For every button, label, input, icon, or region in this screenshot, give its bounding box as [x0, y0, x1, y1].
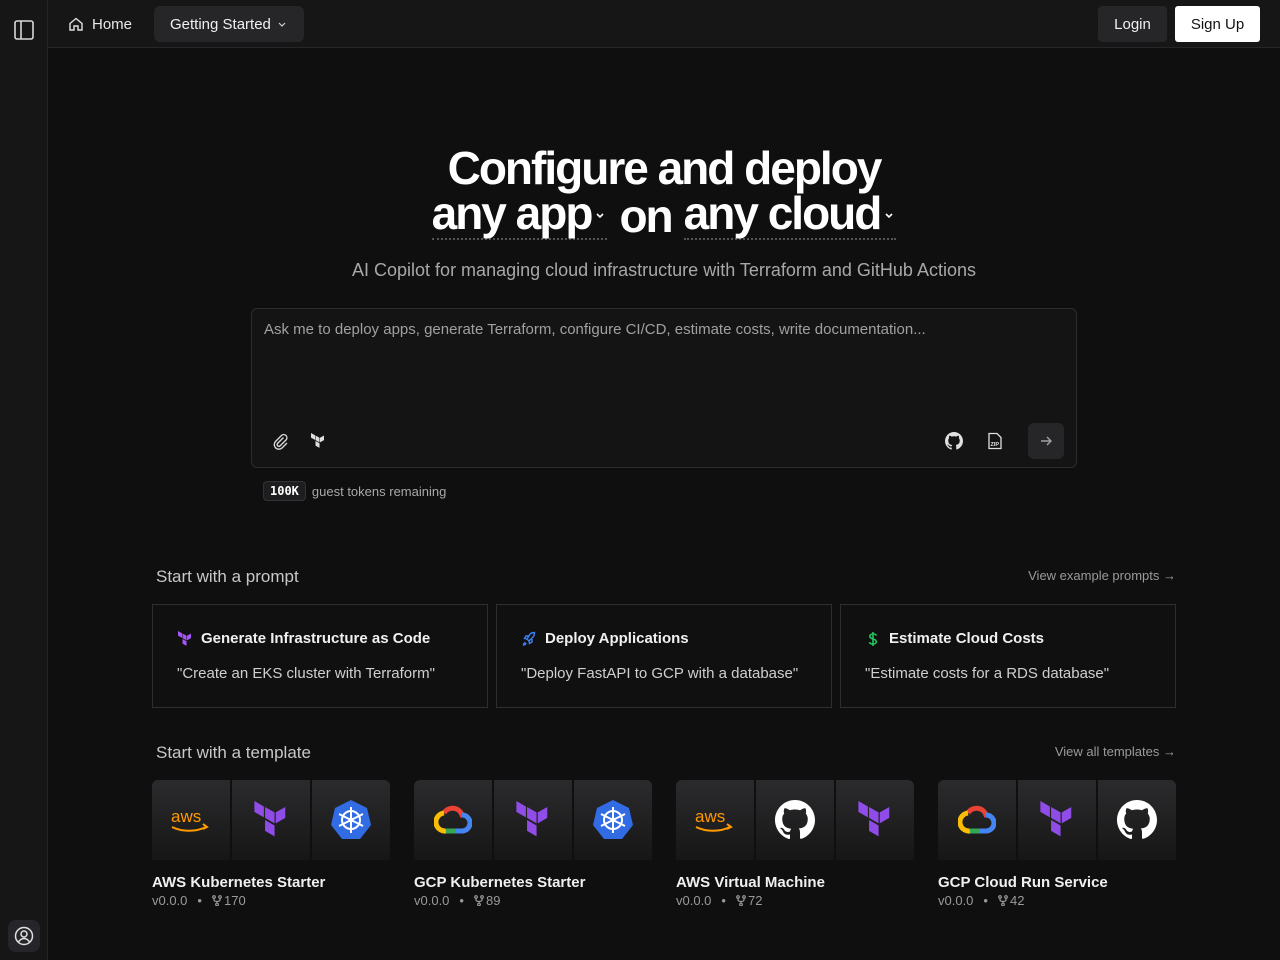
- hero-on-text: on: [619, 190, 673, 242]
- prompt-card-example: "Create an EKS cluster with Terraform": [177, 665, 435, 682]
- prompt-input[interactable]: [264, 321, 1064, 411]
- template-forks: 42: [1009, 893, 1025, 908]
- rocket-icon: [522, 631, 536, 646]
- github-icon[interactable]: [940, 427, 968, 455]
- signup-button[interactable]: Sign Up: [1175, 6, 1260, 42]
- template-banner: aws: [152, 780, 390, 860]
- prompt-card-example: "Deploy FastAPI to GCP with a database": [521, 665, 799, 682]
- svg-text:aws: aws: [171, 807, 201, 826]
- prompt-card-title-row: Deploy Applications: [521, 630, 689, 647]
- terraform-icon[interactable]: [304, 427, 332, 455]
- template-forks: 72: [747, 893, 763, 908]
- template-name: GCP Kubernetes Starter: [414, 874, 586, 891]
- send-button[interactable]: [1028, 423, 1064, 459]
- fork-icon: [998, 895, 1008, 906]
- template-banner: [938, 780, 1176, 860]
- app-selector-dropdown[interactable]: any app: [431, 187, 608, 240]
- prompt-card-title: Deploy Applications: [545, 630, 689, 647]
- terraform-icon: [836, 780, 914, 860]
- prompt-card-deploy[interactable]: Deploy Applications "Deploy FastAPI to G…: [496, 604, 832, 708]
- separator-dot: •: [197, 893, 202, 908]
- nav-home-label: Home: [92, 15, 133, 33]
- fork-icon: [736, 895, 746, 906]
- aws-icon: aws: [676, 780, 756, 860]
- template-version: v0.0.0: [414, 893, 450, 908]
- separator-dot: •: [983, 893, 988, 908]
- home-icon: [69, 17, 83, 31]
- template-name: AWS Kubernetes Starter: [152, 874, 326, 891]
- template-name: AWS Virtual Machine: [676, 874, 825, 891]
- tokens-label: guest tokens remaining: [311, 483, 447, 499]
- view-all-templates-link[interactable]: View all templates →: [976, 744, 1176, 759]
- fork-icon: [212, 895, 222, 906]
- hero-subtitle: AI Copilot for managing cloud infrastruc…: [352, 260, 976, 280]
- template-forks: 89: [485, 893, 501, 908]
- template-meta: v0.0.0 • 170: [152, 893, 246, 908]
- gcp-icon: [414, 780, 494, 860]
- template-version: v0.0.0: [152, 893, 188, 908]
- fork-icon: [474, 895, 484, 906]
- chevron-down-icon: [278, 22, 286, 27]
- template-meta: v0.0.0 • 89: [414, 893, 500, 908]
- template-version: v0.0.0: [938, 893, 974, 908]
- tokens-count-badge: 100K: [263, 481, 306, 501]
- template-card-gcp-cloud-run[interactable]: GCP Cloud Run Service v0.0.0 • 42: [938, 780, 1176, 910]
- top-bar: Home Getting Started Login Sign Up: [48, 0, 1280, 48]
- nav-home-link[interactable]: Home: [60, 6, 140, 42]
- template-version: v0.0.0: [676, 893, 712, 908]
- aws-icon: aws: [152, 780, 232, 860]
- hero-title-line2: any app on any cloud: [48, 187, 1280, 244]
- nav-getting-started-label: Getting Started: [170, 15, 271, 33]
- template-forks: 170: [223, 893, 246, 908]
- zip-file-icon[interactable]: ZIP: [981, 427, 1009, 455]
- terraform-icon: [494, 780, 574, 860]
- github-icon: [756, 780, 836, 860]
- guest-tokens-status: 100K guest tokens remaining: [263, 481, 446, 501]
- template-meta: v0.0.0 • 72: [676, 893, 762, 908]
- cloud-selector-label: any cloud: [683, 187, 883, 239]
- user-account-icon[interactable]: [8, 920, 40, 952]
- template-card-aws-vm[interactable]: aws AWS Virtual Machine v0.0.0 • 72: [676, 780, 914, 910]
- template-section-title: Start with a template: [156, 743, 311, 762]
- prompt-box: ZIP: [251, 308, 1077, 468]
- prompt-card-iac[interactable]: Generate Infrastructure as Code "Create …: [152, 604, 488, 708]
- prompt-card-costs[interactable]: Estimate Cloud Costs "Estimate costs for…: [840, 604, 1176, 708]
- sidebar: [0, 0, 48, 960]
- template-card-aws-kubernetes[interactable]: aws AWS Kubernetes Starter v0.0.0 • 170: [152, 780, 390, 910]
- svg-text:ZIP: ZIP: [991, 442, 1000, 448]
- prompt-card-title-row: Generate Infrastructure as Code: [177, 630, 430, 647]
- prompt-card-example: "Estimate costs for a RDS database": [865, 665, 1110, 682]
- login-button[interactable]: Login: [1098, 6, 1167, 42]
- gcp-icon: [938, 780, 1018, 860]
- chevron-down-icon: [596, 213, 605, 219]
- chevron-down-icon: [885, 213, 893, 219]
- terraform-icon: [178, 630, 191, 646]
- template-banner: aws: [676, 780, 914, 860]
- sidebar-toggle-icon[interactable]: [12, 18, 36, 42]
- separator-dot: •: [721, 893, 726, 908]
- view-example-prompts-link[interactable]: View example prompts →: [976, 568, 1176, 583]
- kubernetes-icon: [574, 780, 652, 860]
- template-meta: v0.0.0 • 42: [938, 893, 1024, 908]
- template-banner: [414, 780, 652, 860]
- nav-getting-started-dropdown[interactable]: Getting Started: [154, 6, 304, 42]
- separator-dot: •: [459, 893, 464, 908]
- prompt-card-title-row: Estimate Cloud Costs: [865, 630, 1044, 647]
- paperclip-icon[interactable]: [266, 427, 294, 455]
- arrow-right-icon: [1041, 436, 1052, 446]
- terraform-icon: [1018, 780, 1098, 860]
- prompt-card-title: Estimate Cloud Costs: [889, 630, 1045, 647]
- template-card-gcp-kubernetes[interactable]: GCP Kubernetes Starter v0.0.0 • 89: [414, 780, 652, 910]
- kubernetes-icon: [312, 780, 390, 860]
- prompt-card-title: Generate Infrastructure as Code: [201, 630, 431, 647]
- template-name: GCP Cloud Run Service: [938, 874, 1108, 891]
- svg-text:aws: aws: [695, 807, 725, 826]
- github-icon: [1098, 780, 1176, 860]
- terraform-icon: [232, 780, 312, 860]
- cloud-selector-dropdown[interactable]: any cloud: [683, 187, 897, 240]
- dollar-icon: [868, 631, 878, 646]
- app-selector-label: any app: [431, 187, 594, 239]
- prompt-section-title: Start with a prompt: [156, 567, 299, 586]
